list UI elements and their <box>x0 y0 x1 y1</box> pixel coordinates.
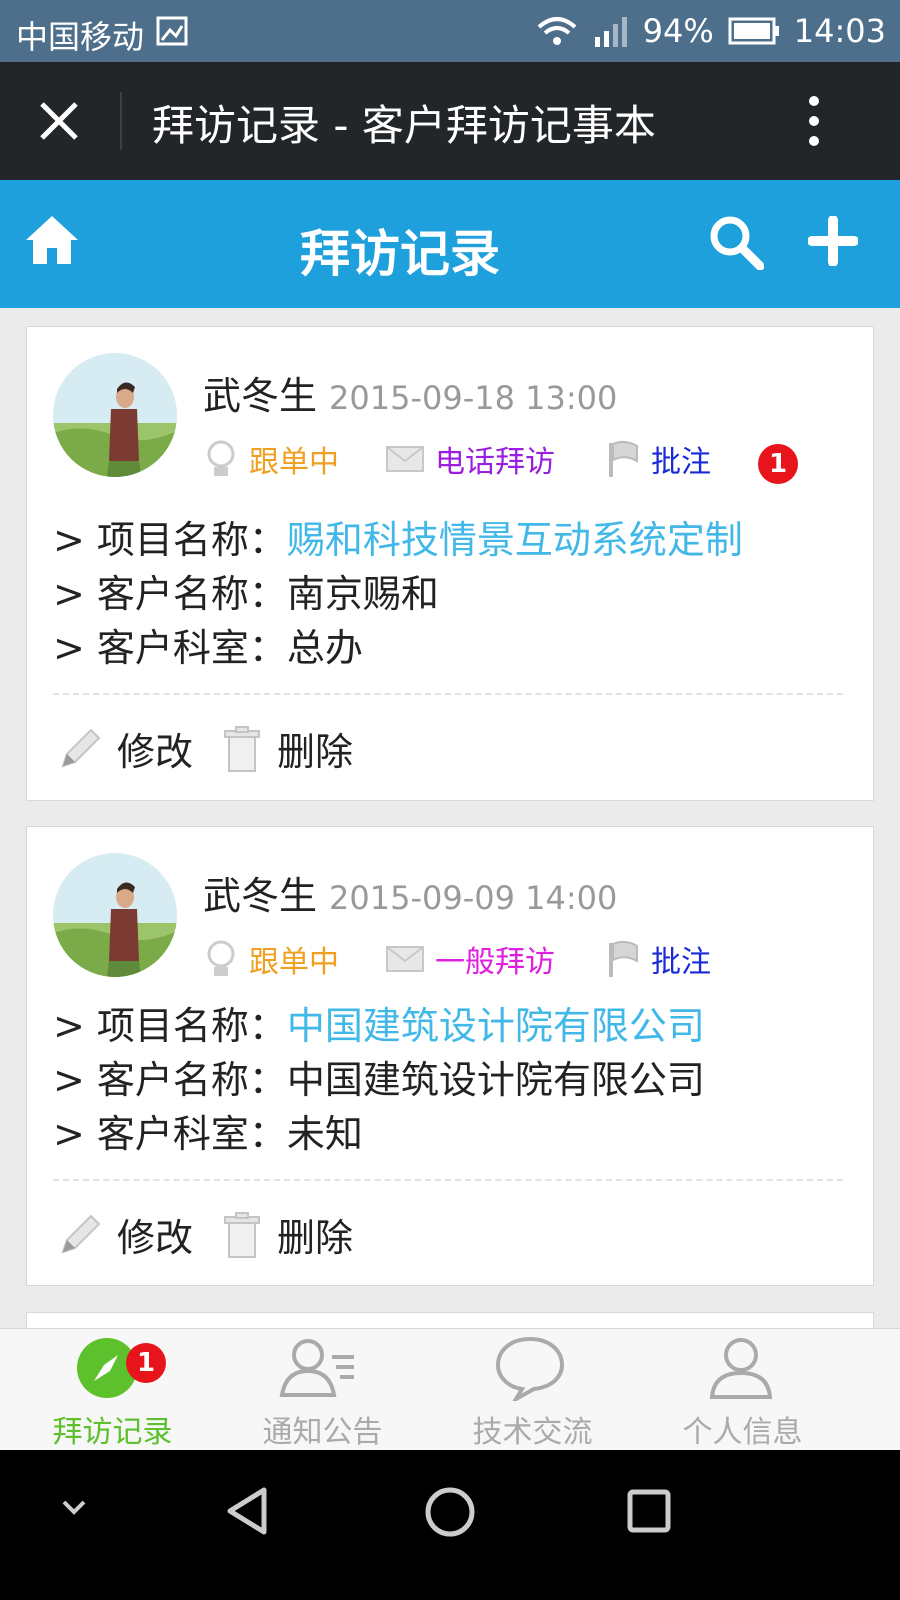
contact-list-icon <box>279 1339 354 1397</box>
visit-date: 2015-09-18 13:00 <box>329 379 618 417</box>
visitor-name: 武冬生 2015-09-09 14:00 <box>203 874 618 918</box>
delete-button[interactable]: 删除 <box>221 721 353 776</box>
project-name-row: > 项目名称：中国建筑设计院有限公司 <box>53 1004 705 1048</box>
customer-dept-row: > 客户科室：未知 <box>53 1112 363 1156</box>
tab-profile[interactable]: 个人信息 <box>630 1329 855 1451</box>
add-icon[interactable] <box>808 216 858 266</box>
recent-apps-icon[interactable] <box>626 1488 672 1534</box>
pencil-icon <box>61 728 101 768</box>
tab-notices[interactable]: 通知公告 <box>210 1329 435 1451</box>
visit-record-card[interactable]: 武冬生 2015-09-09 14:00 跟单中 一般拜访 批注 > 项目名称：中… <box>26 826 874 1286</box>
customer-name-row: > 客户名称：中国建筑设计院有限公司 <box>53 1058 705 1102</box>
bottom-tab-bar: 1 拜访记录 通知公告 技术交流 个人信息 <box>0 1328 900 1450</box>
divider <box>53 693 843 695</box>
visit-record-card[interactable]: 武冬生 2015-09-18 13:00 跟单中 电话拜访 批注 1 > 项目名称… <box>26 326 874 801</box>
pencil-icon <box>61 1214 101 1254</box>
trash-icon <box>224 1211 260 1258</box>
visit-type-tag: 电话拜访 <box>385 437 555 481</box>
envelope-icon <box>386 446 424 472</box>
chat-bubble-icon <box>495 1336 565 1401</box>
visit-date: 2015-09-09 14:00 <box>329 879 618 917</box>
project-name-link[interactable]: 中国建筑设计院有限公司 <box>287 1004 705 1048</box>
system-nav-bar <box>0 1450 900 1600</box>
avatar <box>53 353 177 477</box>
tab-badge: 1 <box>126 1343 166 1383</box>
carrier-label: 中国移动 <box>16 18 145 56</box>
divider <box>120 92 122 150</box>
close-icon[interactable] <box>38 100 80 142</box>
trash-icon <box>224 725 260 772</box>
home-circle-icon[interactable] <box>424 1486 476 1538</box>
edit-button[interactable]: 修改 <box>57 721 193 776</box>
battery-percent: 94% <box>642 12 714 50</box>
annotate-tag[interactable]: 批注 <box>605 937 711 981</box>
clock: 14:03 <box>793 12 886 50</box>
signal-icon <box>594 17 627 47</box>
project-name-link[interactable]: 赐和科技情景互动系统定制 <box>287 518 743 562</box>
flag-icon <box>609 940 638 977</box>
webview-top-bar: 拜访记录 - 客户拜访记事本 <box>0 62 900 180</box>
lightbulb-icon <box>207 940 235 976</box>
customer-dept-row: > 客户科室：总办 <box>53 626 363 670</box>
more-menu-icon[interactable] <box>806 94 822 148</box>
customer-name-row: > 客户名称：南京赐和 <box>53 572 439 616</box>
app-header: 拜访记录 <box>0 180 900 308</box>
visitor-name: 武冬生 2015-09-18 13:00 <box>203 374 618 418</box>
page-title: 拜访记录 - 客户拜访记事本 <box>152 101 656 150</box>
delete-button[interactable]: 删除 <box>221 1207 353 1262</box>
chevron-down-icon[interactable] <box>60 1498 88 1518</box>
search-icon[interactable] <box>708 214 764 270</box>
envelope-icon <box>386 946 424 972</box>
annotation-count-badge: 1 <box>758 444 798 484</box>
status-tag: 跟单中 <box>203 937 339 981</box>
edit-button[interactable]: 修改 <box>57 1207 193 1262</box>
divider <box>53 1179 843 1181</box>
lightbulb-icon <box>207 440 235 476</box>
wifi-icon <box>537 17 576 45</box>
gallery-notification-icon <box>156 16 188 46</box>
tab-tech-exchange[interactable]: 技术交流 <box>420 1329 645 1451</box>
avatar <box>53 853 177 977</box>
person-icon <box>709 1338 773 1399</box>
back-icon[interactable] <box>224 1486 272 1536</box>
header-title: 拜访记录 <box>300 225 500 283</box>
flag-icon <box>609 440 638 477</box>
project-name-row: > 项目名称：赐和科技情景互动系统定制 <box>53 518 743 562</box>
status-tag: 跟单中 <box>203 437 339 481</box>
visit-type-tag: 一般拜访 <box>385 937 555 981</box>
battery-icon <box>728 17 779 45</box>
status-bar: 中国移动 94% 14:03 <box>0 0 900 62</box>
annotate-tag[interactable]: 批注 <box>605 437 711 481</box>
tab-visit-records[interactable]: 1 拜访记录 <box>0 1329 225 1451</box>
